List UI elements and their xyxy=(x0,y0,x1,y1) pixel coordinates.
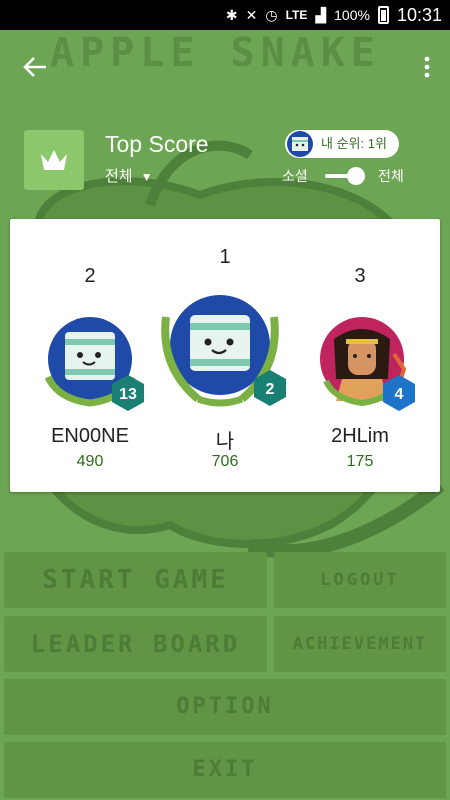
leader-board-button[interactable]: LEADER BOARD xyxy=(4,616,267,672)
leaderboard-card: 2 13 EN00NE 490 1 2 나 706 3 4 2HLim 175 xyxy=(10,219,440,492)
logout-button[interactable]: LOGOUT xyxy=(274,552,446,608)
dropdown-caret-icon: ▼ xyxy=(140,170,153,184)
scope-label: 전체 xyxy=(105,168,133,185)
battery-percent: 100% xyxy=(334,7,370,23)
clock: 10:31 xyxy=(396,4,442,25)
level-badge: 4 xyxy=(383,375,415,411)
player-score: 490 xyxy=(76,453,104,470)
status-icons: ✱ ✕ ◷ LTE ▟ 100% 10:31 xyxy=(226,0,442,30)
scope-dropdown[interactable]: 전체 ▼ xyxy=(105,165,153,186)
toggle-left-label: 소셜 xyxy=(282,168,308,184)
back-button[interactable] xyxy=(18,50,52,84)
level-badge: 2 xyxy=(254,370,286,406)
toggle-thumb[interactable] xyxy=(347,167,365,185)
alarm-icon: ◷ xyxy=(265,6,278,23)
page-title: Top Score xyxy=(105,131,209,157)
exit-button[interactable]: EXIT xyxy=(4,742,446,798)
crown-icon xyxy=(41,150,67,170)
status-bar: ✱ ✕ ◷ LTE ▟ 100% 10:31 xyxy=(0,0,450,30)
mute-icon: ✕ xyxy=(245,6,258,23)
battery-icon xyxy=(377,6,389,24)
scope-toggle[interactable]: 소셜 전체 xyxy=(282,165,432,187)
player-name: 나 xyxy=(215,431,235,453)
level-number: 2 xyxy=(266,381,275,398)
robot-avatar-icon xyxy=(292,137,308,151)
my-avatar xyxy=(287,131,313,157)
top-bar xyxy=(0,30,450,100)
my-rank-label: 내 순위: 1위 xyxy=(321,136,387,151)
level-number: 13 xyxy=(119,386,137,403)
rank-number: 2 xyxy=(84,265,96,287)
player-name: EN00NE xyxy=(51,425,129,447)
crown-badge xyxy=(24,130,84,190)
network-label: LTE xyxy=(285,8,308,22)
rank-number: 3 xyxy=(354,265,366,287)
start-game-button[interactable]: START GAME xyxy=(4,552,267,608)
level-number: 4 xyxy=(395,386,404,403)
option-button[interactable]: OPTION xyxy=(4,679,446,735)
my-rank-pill: 내 순위: 1위 xyxy=(285,130,399,158)
achievement-button[interactable]: ACHIEVEMENT xyxy=(274,616,446,672)
bluetooth-icon: ✱ xyxy=(225,6,238,23)
back-arrow-icon xyxy=(23,57,46,77)
player-name: 2HLim xyxy=(331,425,389,447)
signal-icon: ▟ xyxy=(315,6,327,23)
more-vert-icon xyxy=(424,56,430,78)
toggle-right-label: 전체 xyxy=(378,168,404,184)
player-score: 706 xyxy=(211,453,239,470)
player-score: 175 xyxy=(346,453,374,470)
rank-number: 1 xyxy=(219,246,231,268)
overflow-menu-button[interactable] xyxy=(414,50,440,84)
level-badge: 13 xyxy=(112,375,144,411)
